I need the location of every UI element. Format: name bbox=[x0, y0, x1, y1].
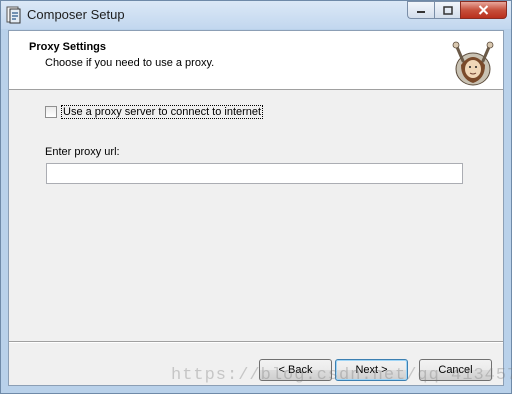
setup-window: Composer Setup Proxy Settings Choose if … bbox=[0, 0, 512, 394]
window-controls bbox=[407, 1, 507, 20]
page-title: Proxy Settings bbox=[29, 41, 107, 53]
window-title: Composer Setup bbox=[27, 7, 125, 22]
use-proxy-option[interactable]: Use a proxy server to connect to interne… bbox=[45, 105, 264, 119]
page-subtitle: Choose if you need to use a proxy. bbox=[45, 57, 215, 69]
use-proxy-checkbox[interactable] bbox=[45, 106, 57, 118]
title-bar[interactable]: Composer Setup bbox=[1, 1, 511, 29]
proxy-url-input[interactable] bbox=[46, 163, 463, 184]
close-icon bbox=[478, 5, 489, 15]
minimize-icon bbox=[417, 11, 425, 13]
watermark: https://blog.csdn.net/qq_41345776 bbox=[171, 366, 512, 385]
proxy-url-label: Enter proxy url: bbox=[45, 146, 120, 158]
minimize-button[interactable] bbox=[407, 1, 434, 19]
composer-app-icon bbox=[6, 6, 21, 24]
wizard-header: Proxy Settings Choose if you need to use… bbox=[9, 31, 503, 90]
maximize-icon bbox=[442, 5, 453, 15]
footer-divider bbox=[9, 341, 503, 343]
close-button[interactable] bbox=[460, 1, 507, 19]
use-proxy-label[interactable]: Use a proxy server to connect to interne… bbox=[61, 105, 264, 119]
maximize-button[interactable] bbox=[434, 1, 460, 19]
composer-mascot-icon bbox=[452, 41, 494, 86]
wizard-panel: Proxy Settings Choose if you need to use… bbox=[8, 30, 504, 386]
